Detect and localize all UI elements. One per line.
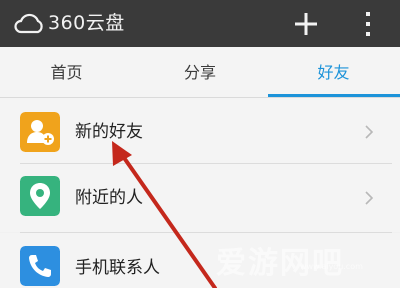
app-title: 360云盘 — [48, 12, 125, 34]
list-item-label: 附近的人 — [75, 188, 143, 208]
chevron-right-icon — [365, 191, 374, 205]
list-item-label: 新的好友 — [75, 122, 143, 142]
list-item-new-friends[interactable]: 新的好友 — [0, 98, 400, 166]
tab-share[interactable]: 分享 — [133, 47, 267, 97]
plus-icon[interactable] — [292, 10, 320, 38]
tab-friends[interactable]: 好友 — [267, 47, 400, 97]
tab-home[interactable]: 首页 — [0, 47, 133, 97]
cloud-logo-icon — [14, 13, 43, 34]
tab-bar: 首页 分享 好友 — [0, 47, 400, 97]
list-item-nearby-people[interactable]: 附近的人 — [0, 164, 400, 232]
chevron-right-icon — [365, 125, 374, 139]
add-friend-icon — [20, 112, 60, 152]
watermark: 爱游网吧 — [216, 246, 344, 281]
top-bar: 360云盘 — [0, 0, 400, 47]
watermark-url: www.aiyou.com — [300, 262, 363, 271]
list-item-label: 手机联系人 — [75, 258, 160, 278]
location-pin-icon — [20, 176, 60, 216]
phone-icon — [20, 246, 60, 286]
more-vertical-icon[interactable] — [358, 9, 378, 39]
